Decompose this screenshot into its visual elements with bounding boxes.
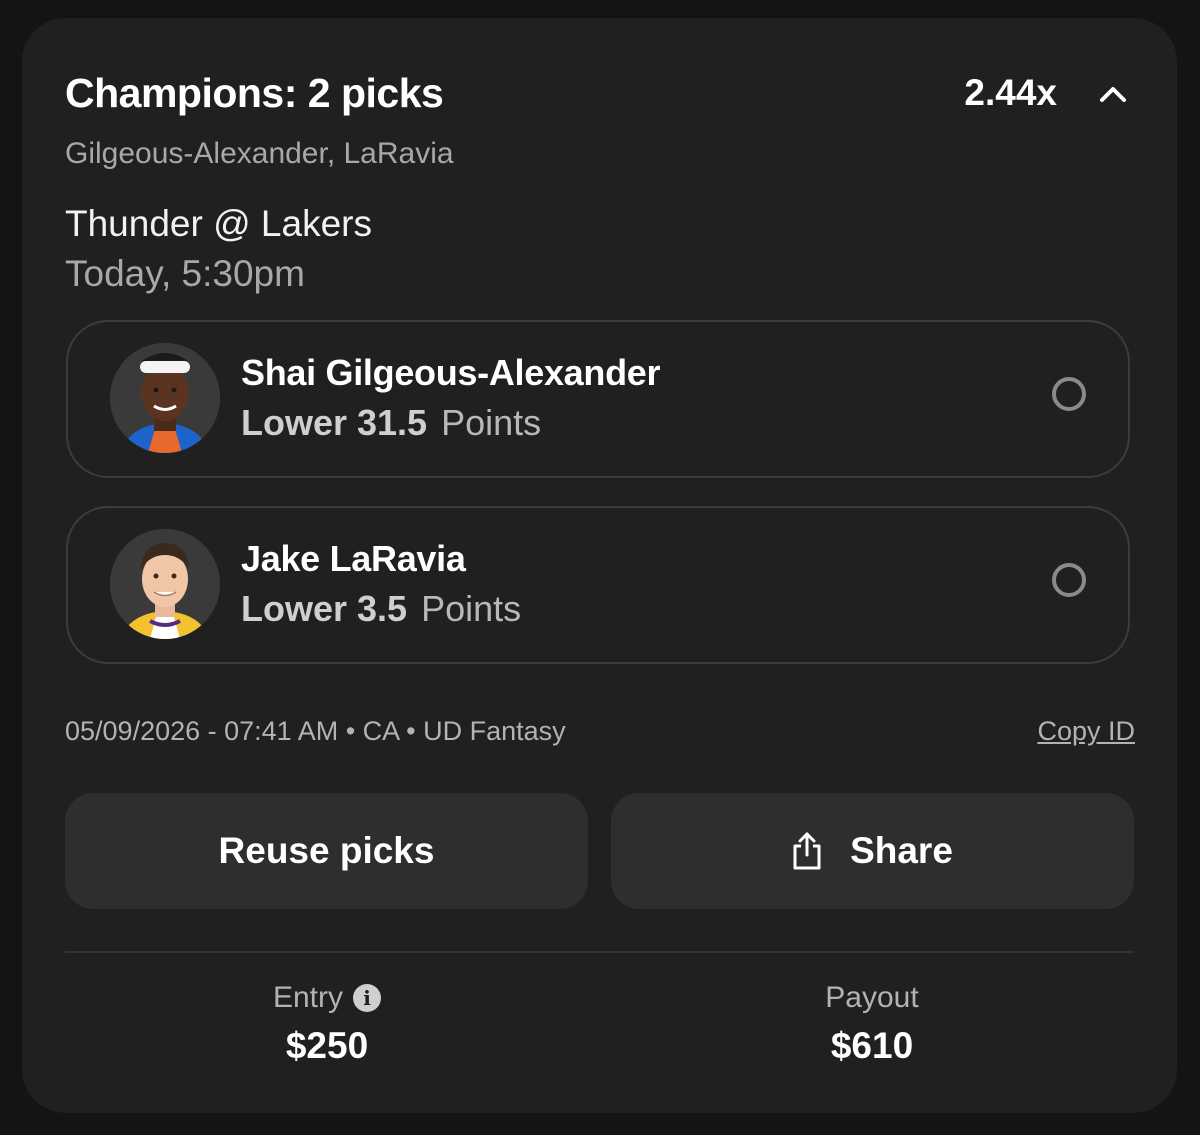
payout-multiplier: 2.44x xyxy=(964,72,1057,113)
chevron-up-icon xyxy=(1100,87,1126,102)
player-avatar xyxy=(110,343,220,453)
player-avatar xyxy=(110,529,220,639)
pick-card[interactable]: Jake LaRavia Lower 3.5 Points xyxy=(66,506,1130,664)
game-matchup: Thunder @ Lakers xyxy=(65,203,372,244)
entry-amount: $250 xyxy=(285,1025,369,1066)
pick-projection: Lower 31.5 Points xyxy=(241,402,541,444)
entry-summary: Entry i $250 xyxy=(177,980,477,1068)
pick-status-radio[interactable] xyxy=(1052,563,1086,597)
summary-divider xyxy=(65,951,1134,953)
pick-status-radio[interactable] xyxy=(1052,377,1086,411)
pick-card[interactable]: Shai Gilgeous-Alexander Lower 31.5 Points xyxy=(66,320,1130,478)
players-summary: Gilgeous-Alexander, LaRavia xyxy=(65,137,454,170)
pick-stat: Points xyxy=(421,588,522,629)
pick-direction-line: Lower 3.5 xyxy=(241,588,408,629)
share-icon xyxy=(792,831,822,871)
player-headshot-icon xyxy=(110,529,220,639)
pick-projection: Lower 3.5 Points xyxy=(241,588,521,630)
reuse-picks-button[interactable]: Reuse picks xyxy=(65,793,588,909)
payout-label: Payout xyxy=(825,981,919,1014)
pick-stat: Points xyxy=(441,402,542,443)
entry-meta: 05/09/2026 - 07:41 AM • CA • UD Fantasy xyxy=(65,716,566,746)
pick-direction-line: Lower 31.5 xyxy=(241,402,428,443)
entry-card: Champions: 2 picks 2.44x Gilgeous-Alexan… xyxy=(22,18,1177,1113)
payout-summary: Payout $610 xyxy=(722,980,1022,1068)
card-header: Champions: 2 picks 2.44x xyxy=(65,70,1135,120)
share-button[interactable]: Share xyxy=(611,793,1134,909)
copy-id-link[interactable]: Copy ID xyxy=(1037,715,1135,747)
game-time: Today, 5:30pm xyxy=(65,253,305,294)
player-name: Shai Gilgeous-Alexander xyxy=(241,352,661,393)
entry-label: Entry xyxy=(272,981,344,1014)
player-headshot-icon xyxy=(110,343,220,453)
reuse-picks-label: Reuse picks xyxy=(218,830,435,871)
entry-title: Champions: 2 picks xyxy=(65,70,444,116)
info-icon[interactable]: i xyxy=(353,984,382,1012)
share-label: Share xyxy=(850,830,953,871)
collapse-button[interactable] xyxy=(1091,72,1135,116)
player-name: Jake LaRavia xyxy=(241,538,466,579)
payout-amount: $610 xyxy=(830,1025,914,1066)
